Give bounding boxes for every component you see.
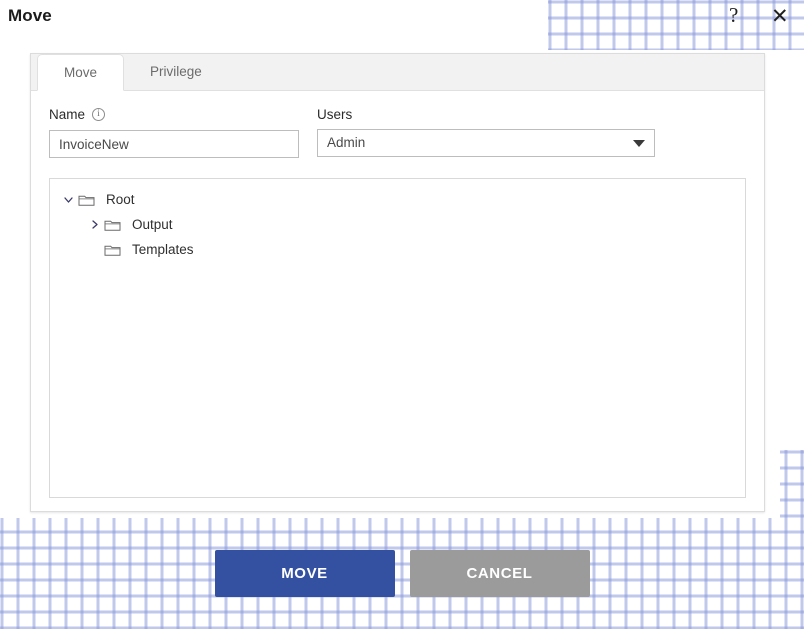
users-select[interactable]: Admin [317, 129, 655, 157]
name-label-row: Name i [49, 105, 299, 123]
tree-node-root[interactable]: Root [50, 187, 745, 212]
cancel-button[interactable]: CANCEL [409, 550, 590, 597]
tab-privilege[interactable]: Privilege [124, 54, 228, 90]
tree-node-templates[interactable]: Templates [50, 237, 745, 262]
users-select-wrap: Admin [317, 129, 655, 157]
tree-node-output[interactable]: Output [50, 212, 745, 237]
chevron-down-icon[interactable] [60, 192, 76, 208]
users-label: Users [317, 106, 353, 122]
info-circle-icon[interactable]: i [92, 107, 106, 121]
tab-strip: Move Privilege [31, 54, 764, 91]
tab-move[interactable]: Move [37, 54, 125, 91]
folder-tree[interactable]: Root Output Templates [49, 178, 746, 498]
folder-icon [104, 218, 121, 232]
background-dot-pattern-top-right [548, 0, 804, 50]
move-dialog-card: Move Privilege Name i Users Admin [30, 53, 765, 512]
users-field-group: Users Admin [317, 105, 655, 158]
folder-icon [104, 243, 121, 257]
folder-icon [78, 193, 95, 207]
dialog-footer: MOVE CANCEL [0, 550, 804, 600]
tree-node-label: Root [106, 192, 135, 207]
move-button[interactable]: MOVE [214, 550, 395, 597]
tree-node-label: Templates [132, 242, 194, 257]
name-field-group: Name i [49, 105, 299, 158]
help-question-icon[interactable]: ? [729, 5, 738, 26]
name-input[interactable] [49, 130, 299, 158]
chevron-right-icon[interactable] [86, 217, 102, 233]
form-row: Name i Users Admin [31, 91, 764, 158]
tab-panel-move: Name i Users Admin [31, 91, 764, 498]
tree-node-label: Output [132, 217, 173, 232]
close-x-icon[interactable]: ✕ [771, 6, 789, 27]
page-title: Move [8, 6, 52, 25]
name-label: Name [49, 106, 86, 122]
